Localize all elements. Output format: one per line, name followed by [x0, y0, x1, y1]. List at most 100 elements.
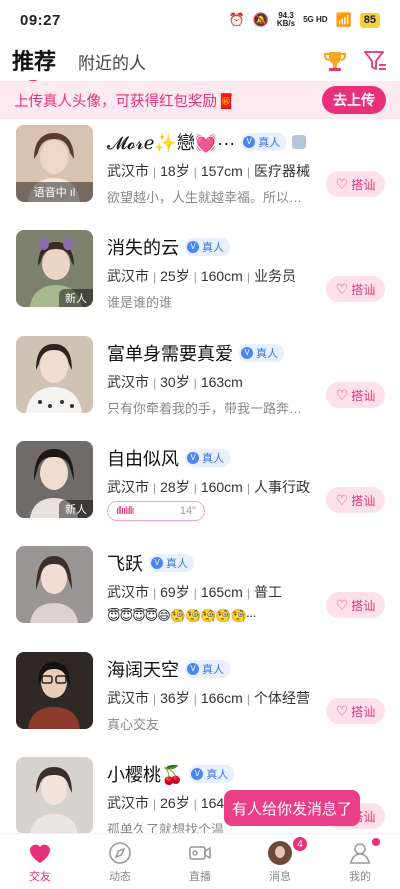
verified-icon: V: [241, 347, 253, 359]
user-signature: 真心交友: [107, 717, 160, 732]
greet-label: 搭讪: [351, 388, 376, 403]
nav-me[interactable]: 我的: [320, 834, 400, 889]
list-item[interactable]: 海阔天空 V 真人 武汉市 | 36岁 | 166cm | 个体经营 真心交友 ♡ 搭讪: [0, 646, 400, 751]
verified-icon: V: [191, 768, 204, 780]
nav-messages[interactable]: 4 消息: [240, 834, 320, 889]
avatar[interactable]: [16, 757, 93, 834]
bottom-nav: 交友 动态 直播 4 消息 我的: [0, 833, 400, 889]
banner-text: 上传真人头像，可获得红包奖励🧧: [14, 93, 236, 110]
avatar-photo: [16, 336, 93, 413]
verified-label: 真人: [202, 453, 224, 465]
user-age: 25岁: [160, 268, 190, 284]
list-item[interactable]: 飞跃 V 真人 武汉市 | 69岁 | 165cm | 普工 😇😇😇😇😄🧐🧐🧐🧐🧐··· ♡ 搭…: [0, 540, 400, 645]
user-city: 武汉市: [107, 584, 149, 600]
voice-intro-button[interactable]: ıllıılıllı 14": [107, 501, 205, 521]
user-icon: [350, 843, 370, 864]
avatar[interactable]: 新人: [16, 230, 93, 307]
heart-icon: [30, 844, 50, 863]
user-city: 武汉市: [107, 374, 149, 390]
nav-moments[interactable]: 动态: [80, 834, 160, 889]
avatar[interactable]: 新人: [16, 441, 93, 518]
user-info: 武汉市 | 26岁 | 164c: [107, 795, 232, 811]
message-avatar-icon: [268, 841, 292, 865]
voice-wave-icon: ıllıılıllı: [116, 505, 134, 517]
greet-button[interactable]: ♡搭讪: [326, 698, 385, 724]
user-height: 163cm: [200, 374, 243, 390]
verified-label: 真人: [206, 769, 229, 781]
nav-friends-label: 交友: [29, 871, 51, 883]
user-signature: 只有你牵着我的手，带我一路奔…: [107, 401, 303, 416]
tab-recommend[interactable]: 推荐: [12, 44, 56, 76]
user-city: 武汉市: [107, 795, 149, 811]
user-info: 武汉市 | 28岁 | 160cm | 人事行政: [107, 479, 310, 495]
greet-label: 搭讪: [351, 598, 376, 613]
verified-icon: V: [187, 452, 199, 464]
user-info: 武汉市 | 25岁 | 160cm | 业务员: [107, 268, 296, 284]
user-city: 武汉市: [107, 479, 149, 495]
mute-icon: 🔕: [252, 12, 269, 27]
verified-icon: V: [243, 136, 256, 148]
user-name: 飞跃: [107, 554, 143, 574]
nav-live[interactable]: 直播: [160, 834, 240, 889]
greet-button[interactable]: ♡搭讪: [326, 276, 385, 302]
avatar-photo: [16, 757, 93, 834]
greet-button[interactable]: ♡搭讪: [326, 592, 385, 618]
nav-icons: [322, 48, 388, 74]
user-city: 武汉市: [107, 163, 149, 179]
list-item[interactable]: 富单身需要真爱 V 真人 武汉市 | 30岁 | 163cm 只有你牵着我的手，带我一路奔…: [0, 330, 400, 435]
net-type: 5G HD: [303, 15, 328, 24]
heart-icon: ♡: [335, 702, 349, 719]
greet-button[interactable]: ♡搭讪: [326, 171, 385, 197]
list-item[interactable]: 新人 消失的云 V 真人 武汉市 | 25岁 | 160cm | 业务员 谁是谁的谁 ♡ 搭讪: [0, 224, 400, 329]
filter-icon[interactable]: [362, 48, 388, 74]
greet-button[interactable]: ♡搭讪: [326, 487, 385, 513]
user-height: 166cm: [200, 690, 243, 706]
avatar[interactable]: [16, 652, 93, 729]
alarm-icon: ⏰: [228, 12, 245, 27]
upload-button[interactable]: 去上传: [322, 86, 386, 114]
trophy-icon[interactable]: [322, 48, 348, 74]
user-age: 28岁: [160, 479, 190, 495]
verified-label: 真人: [166, 558, 188, 570]
user-name: 消失的云: [107, 238, 179, 258]
user-job: 业务员: [253, 268, 296, 284]
list-item[interactable]: 语音中 ıl 𝓜𝓸𝓻ℯ✨戀💓··· V 真人 武汉市 | 18岁 | 157cm | 医疗器械…: [0, 119, 400, 224]
top-nav: 推荐 附近的人: [0, 40, 400, 86]
avatar[interactable]: [16, 546, 93, 623]
name-row: 𝓜𝓸𝓻ℯ✨戀💓··· V 真人: [107, 129, 307, 155]
user-name: 小樱桃🍒: [107, 765, 184, 785]
greet-button[interactable]: ♡搭讪: [326, 382, 385, 408]
tab-nearby[interactable]: 附近的人: [78, 49, 146, 74]
verified-badge: V 真人: [149, 554, 194, 572]
verified-label: 真人: [258, 137, 281, 149]
name-row: 海阔天空 V 真人: [107, 656, 230, 682]
heart-icon: ♡: [335, 386, 349, 403]
avatar[interactable]: 语音中 ıl: [16, 125, 93, 202]
name-row: 飞跃 V 真人: [107, 550, 194, 576]
net-speed: 94.3 KB/s: [277, 12, 295, 28]
user-signature: 😇😇😇😇😄🧐🧐🧐🧐🧐···: [107, 608, 257, 623]
user-height: 165cm: [200, 584, 243, 600]
verified-label: 真人: [256, 348, 278, 360]
name-row: 自由似风 V 真人: [107, 445, 230, 471]
name-row: 富单身需要真爱 V 真人: [107, 340, 284, 366]
status-time: 09:27: [20, 11, 61, 29]
user-job: 普工: [253, 584, 282, 600]
user-name: 𝓜𝓸𝓻ℯ✨戀💓···: [107, 133, 236, 153]
user-age: 26岁: [160, 795, 190, 811]
heart-icon: ♡: [335, 280, 349, 297]
nav-me-label: 我的: [349, 871, 371, 883]
heart-icon: ♡: [335, 596, 349, 613]
verified-badge: V 真人: [239, 344, 284, 362]
user-age: 36岁: [160, 690, 190, 706]
voice-duration: 14": [179, 505, 196, 517]
avatar-photo: [16, 546, 93, 623]
verified-icon: V: [187, 663, 199, 675]
nav-friends[interactable]: 交友: [0, 834, 80, 889]
compass-icon: [109, 842, 131, 864]
user-name: 富单身需要真爱: [107, 344, 233, 364]
list-item[interactable]: 新人 自由似风 V 真人 武汉市 | 28岁 | 160cm | 人事行政 ıllıılıll…: [0, 435, 400, 540]
new-message-toast[interactable]: 有人给你发消息了: [224, 790, 360, 826]
avatar[interactable]: [16, 336, 93, 413]
greet-label: 搭讪: [351, 282, 376, 297]
